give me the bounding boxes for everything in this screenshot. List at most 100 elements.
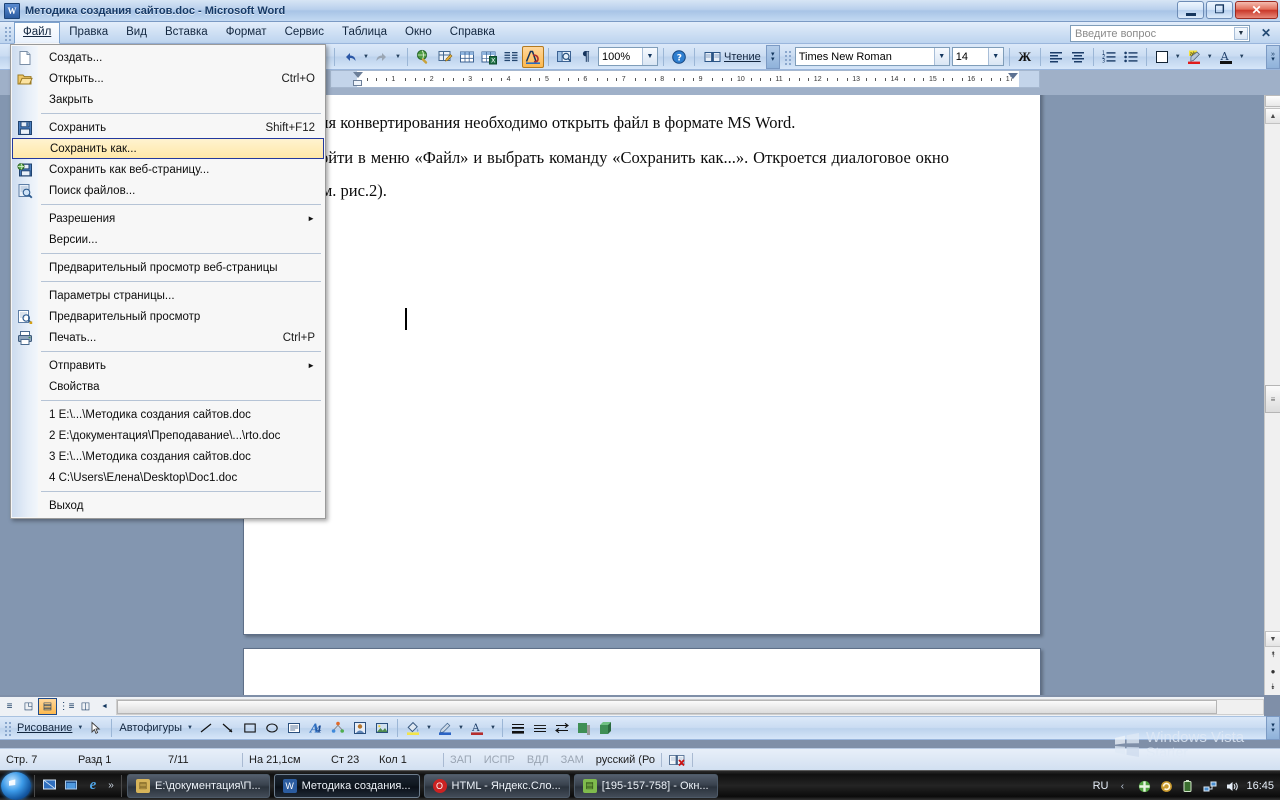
drawing-font-color-dropdown-icon[interactable]: ▼ <box>488 725 498 731</box>
line-button[interactable] <box>195 717 217 739</box>
ask-a-question-input[interactable]: Введите вопрос ▼ <box>1070 25 1250 42</box>
reading-layout-button[interactable]: Чтение <box>699 50 766 64</box>
insert-picture-button[interactable] <box>371 717 393 739</box>
document-page-2[interactable]: КОМПИЛИРОВАНИЕ РЕСУРСА В ФАЙЛ ФОРМАТА CH… <box>243 648 1041 695</box>
battery-icon[interactable] <box>1180 778 1196 794</box>
arrow-style-button[interactable] <box>551 717 573 739</box>
arrow-button[interactable] <box>217 717 239 739</box>
right-indent-marker[interactable] <box>1008 73 1018 79</box>
web-layout-view-button[interactable]: ◳ <box>19 698 38 715</box>
menu-item-help[interactable]: Справка <box>441 22 504 43</box>
menu-item-insert[interactable]: Вставка <box>156 22 217 43</box>
borders-button[interactable] <box>1151 46 1173 68</box>
chevron-down-icon[interactable]: ▼ <box>933 48 949 65</box>
menu-item-edit[interactable]: Правка <box>60 22 117 43</box>
line-color-dropdown-icon[interactable]: ▼ <box>456 725 466 731</box>
minimize-button[interactable] <box>1177 1 1204 19</box>
undo-button[interactable] <box>339 46 361 68</box>
chevron-down-icon[interactable]: ▼ <box>1234 27 1248 40</box>
file-menu-item[interactable]: Сохранить как... <box>12 138 324 159</box>
file-menu-item[interactable]: Свойства <box>11 376 325 397</box>
borders-dropdown-icon[interactable]: ▼ <box>1173 54 1183 60</box>
horizontal-scroll-thumb[interactable] <box>117 699 1217 714</box>
chevron-down-icon[interactable]: ▼ <box>642 48 657 65</box>
insert-clip-art-button[interactable] <box>349 717 371 739</box>
insert-hyperlink-button[interactable] <box>412 46 434 68</box>
tables-and-borders-button[interactable] <box>434 46 456 68</box>
file-menu-item[interactable]: Открыть... Ctrl+O <box>11 68 325 89</box>
restore-button[interactable]: ❐ <box>1206 1 1233 19</box>
status-language[interactable]: русский (Ро <box>590 754 661 766</box>
autoshapes-menu-button[interactable]: Автофигуры <box>116 722 185 734</box>
tray-language-indicator[interactable]: RU <box>1093 780 1109 792</box>
formatting-toolbar-options-button[interactable]: » ▾ <box>1266 44 1280 69</box>
file-menu-item[interactable]: 2 E:\документация\Преподавание\...\rto.d… <box>11 425 325 446</box>
highlight-button[interactable]: ab <box>1183 46 1205 68</box>
fill-color-button[interactable] <box>402 717 424 739</box>
formatting-toolbar-grip[interactable] <box>782 48 791 65</box>
normal-view-button[interactable]: ≡ <box>0 698 19 715</box>
close-button[interactable]: ✕ <box>1235 1 1278 19</box>
drawing-toolbar-options-button[interactable]: ▾ ▾ <box>1266 716 1280 740</box>
close-question-box-icon[interactable]: ✕ <box>1261 26 1271 40</box>
taskbar-button-notepad[interactable]: ▤ [195-157-758] - Окн... <box>573 773 718 798</box>
file-menu-item[interactable]: 1 E:\...\Методика создания сайтов.doc <box>11 404 325 425</box>
shadow-style-button[interactable] <box>573 717 595 739</box>
select-browse-object-button[interactable]: ● <box>1265 663 1280 679</box>
reading-layout-view-button[interactable]: ◫ <box>76 698 95 715</box>
rectangle-button[interactable] <box>239 717 261 739</box>
dash-style-button[interactable] <box>529 717 551 739</box>
antivirus-icon[interactable] <box>1136 778 1152 794</box>
file-menu-item[interactable]: Сохранить как веб-страницу... <box>11 159 325 180</box>
start-button[interactable] <box>1 771 31 800</box>
previous-page-button[interactable]: ⯭ <box>1265 647 1280 663</box>
redo-button[interactable] <box>371 46 393 68</box>
file-menu-item[interactable]: Предварительный просмотр <box>11 306 325 327</box>
file-menu-item[interactable]: Выход <box>11 495 325 516</box>
menu-item-table[interactable]: Таблица <box>333 22 396 43</box>
text-box-button[interactable] <box>283 717 305 739</box>
align-left-button[interactable] <box>1045 46 1067 68</box>
file-menu-item[interactable]: Печать... Ctrl+P <box>11 327 325 348</box>
menu-item-window[interactable]: Окно <box>396 22 441 43</box>
spelling-and-grammar-status-button[interactable] <box>662 753 692 767</box>
draw-menu-dropdown-icon[interactable]: ▼ <box>75 725 85 731</box>
quick-launch-internet-explorer[interactable]: e <box>82 774 104 798</box>
autoshapes-dropdown-icon[interactable]: ▼ <box>185 725 195 731</box>
menu-grip[interactable] <box>3 24 11 41</box>
numbering-button[interactable]: 123 <box>1098 46 1120 68</box>
microsoft-word-help-button[interactable]: ? <box>668 46 690 68</box>
line-color-button[interactable] <box>434 717 456 739</box>
update-icon[interactable] <box>1158 778 1174 794</box>
quick-launch-switch-windows[interactable] <box>60 774 82 798</box>
document-map-button[interactable] <box>553 46 575 68</box>
vertical-scrollbar[interactable]: ▲ ≡ ▼ ⯭ ● ⯯ <box>1264 95 1280 695</box>
status-overtype[interactable]: ЗАМ <box>555 754 590 766</box>
taskbar-button-browser[interactable]: O HTML - Яндекс.Сло... <box>423 773 570 798</box>
file-menu-dropdown[interactable]: Создать... Открыть... Ctrl+O Закрыть Сохрани… <box>10 44 326 519</box>
file-menu-item[interactable]: 3 E:\...\Методика создания сайтов.doc <box>11 446 325 467</box>
show-formatting-marks-button[interactable]: ¶ <box>575 46 597 68</box>
file-menu-item[interactable]: Сохранить Shift+F12 <box>11 117 325 138</box>
highlight-dropdown-icon[interactable]: ▼ <box>1205 54 1215 60</box>
undo-dropdown-icon[interactable]: ▼ <box>361 54 371 60</box>
window-splitter-handle[interactable] <box>1265 95 1280 107</box>
file-menu-item[interactable]: Предварительный просмотр веб-страницы <box>11 257 325 278</box>
horizontal-scrollbar[interactable] <box>116 698 1264 715</box>
status-record-macro[interactable]: ЗАП <box>444 754 478 766</box>
file-menu-item[interactable]: Разрешения ► <box>11 208 325 229</box>
bold-button[interactable]: Ж <box>1014 46 1036 68</box>
menu-item-file[interactable]: Файл <box>14 21 61 44</box>
status-extend-selection[interactable]: ВДЛ <box>521 754 555 766</box>
menu-item-view[interactable]: Вид <box>117 22 156 43</box>
quick-launch-show-desktop[interactable] <box>38 774 60 798</box>
menu-item-format[interactable]: Формат <box>217 22 276 43</box>
bullets-button[interactable] <box>1120 46 1142 68</box>
network-icon[interactable] <box>1202 778 1218 794</box>
oval-button[interactable] <box>261 717 283 739</box>
next-page-button[interactable]: ⯯ <box>1265 679 1280 695</box>
taskbar-button-explorer[interactable]: ▤ E:\документация\П... <box>127 773 270 798</box>
insert-table-button[interactable] <box>456 46 478 68</box>
file-menu-item[interactable]: Параметры страницы... <box>11 285 325 306</box>
scroll-left-button[interactable]: ◄ <box>95 698 114 715</box>
